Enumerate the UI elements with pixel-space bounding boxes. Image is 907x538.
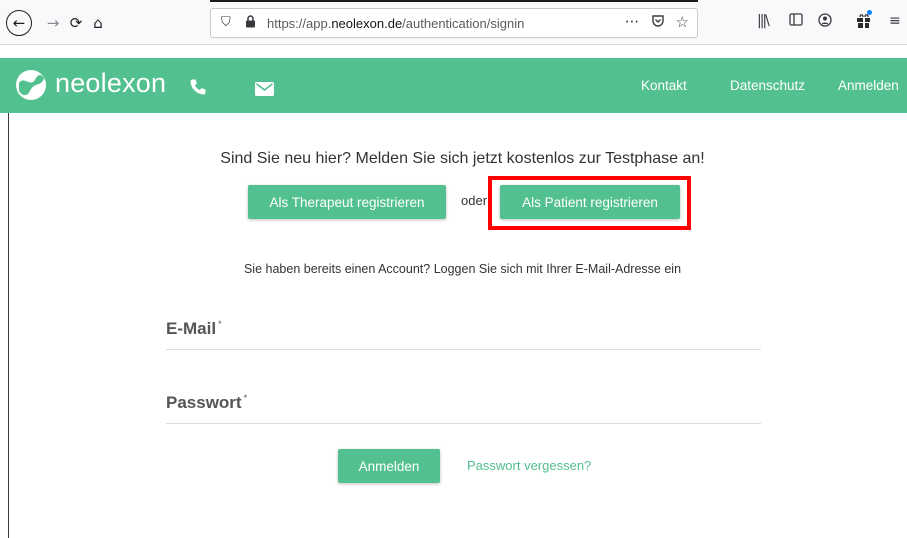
reload-icon: ⟳ [69,14,83,32]
mail-icon[interactable] [255,82,274,96]
or-text: oder [461,193,488,208]
nav-link-kontakt[interactable]: Kontakt [641,78,687,93]
register-headline-text: Sind Sie neu hier? Melden Sie sich jetzt… [220,150,705,167]
logo-text[interactable]: neolexon [55,68,166,99]
account-hint: Sie haben bereits einen Account? Loggen … [0,262,907,276]
register-therapist-button[interactable]: Als Therapeut registrieren [248,185,446,219]
forward-arrow-icon: → [46,14,60,32]
page-actions-icon[interactable]: ··· [625,13,639,31]
back-button[interactable]: ← [6,10,32,36]
back-arrow-icon: ← [12,14,26,32]
active-tab-indicator [210,0,698,2]
url-bar[interactable]: ⛉ https://app.neolexon.de/authentication… [210,8,698,38]
phone-icon[interactable] [189,78,207,96]
home-button[interactable]: ⌂ [85,10,111,36]
password-input[interactable] [166,388,761,423]
forgot-password-link[interactable]: Passwort vergessen? [467,458,591,473]
app-header: neolexon Kontakt Datenschutz Anmelden [0,58,907,113]
pocket-icon[interactable] [651,14,665,32]
neolexon-logo-icon[interactable] [14,69,48,101]
password-field[interactable]: Passwort * [166,388,761,424]
browser-toolbar: ← → ⟳ ⌂ ⛉ https://app.neolexon.de/authen… [0,0,907,45]
url-text[interactable]: https://app.neolexon.de/authentication/s… [267,16,524,31]
tracking-shield-icon[interactable]: ⛉ [221,15,231,30]
lock-icon[interactable] [245,15,256,32]
url-prefix: https://app. [267,16,332,31]
nav-link-datenschutz[interactable]: Datenschutz [730,78,805,93]
highlight-box [488,176,691,230]
home-icon: ⌂ [93,14,103,32]
bookmark-star-icon[interactable]: ☆ [676,13,689,31]
library-icon[interactable]: |||\ [757,13,770,29]
account-icon[interactable] [818,13,832,31]
url-host: neolexon.de [331,16,403,31]
nav-link-anmelden[interactable]: Anmelden [838,78,899,93]
register-headline: Sind Sie neu hier? Melden Sie sich jetzt… [0,150,907,168]
email-field[interactable]: E-Mail * [166,314,761,350]
extension-badge [867,10,872,15]
extension-icon[interactable] [856,13,872,33]
hamburger-menu-icon[interactable]: ≡ [889,13,901,29]
login-button[interactable]: Anmelden [338,449,440,483]
page-edge-line [8,113,9,538]
email-input[interactable] [166,314,761,349]
sidebar-icon[interactable] [789,13,803,30]
account-hint-text: Sie haben bereits einen Account? Loggen … [243,262,682,276]
url-path: /authentication/signin [402,16,525,31]
